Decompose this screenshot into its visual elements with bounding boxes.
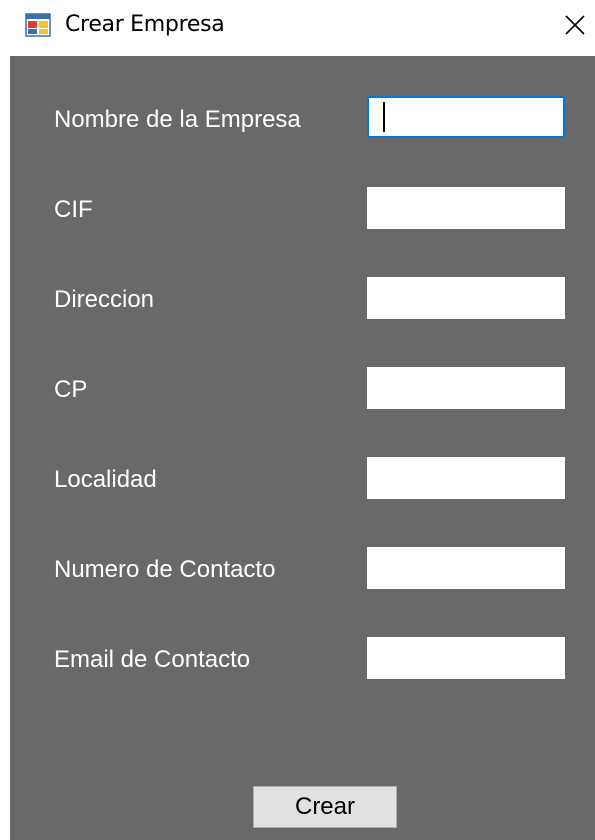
close-button[interactable] xyxy=(555,0,595,50)
label-cp: CP xyxy=(54,376,88,403)
window-title: Crear Empresa xyxy=(65,12,225,37)
text-caret xyxy=(383,102,385,132)
close-icon xyxy=(565,15,585,35)
form-app-icon xyxy=(25,13,51,37)
cif-input[interactable] xyxy=(367,187,565,229)
cp-input[interactable] xyxy=(367,367,565,409)
nombre-empresa-input[interactable] xyxy=(367,96,565,138)
label-email-contacto: Email de Contacto xyxy=(54,646,251,673)
label-nombre-empresa: Nombre de la Empresa xyxy=(54,106,301,133)
title-bar[interactable]: Crear Empresa xyxy=(0,0,595,56)
crear-empresa-window: Crear Empresa Nombre de la Empresa CIF D… xyxy=(0,0,595,840)
email-contacto-input[interactable] xyxy=(367,637,565,679)
label-localidad: Localidad xyxy=(54,466,157,493)
label-numero-contacto: Numero de Contacto xyxy=(54,556,276,583)
label-direccion: Direccion xyxy=(54,286,155,313)
label-cif: CIF xyxy=(54,196,93,223)
numero-contacto-input[interactable] xyxy=(367,547,565,589)
crear-button[interactable]: Crear xyxy=(253,786,397,828)
form-panel: Nombre de la Empresa CIF Direccion CP Lo… xyxy=(10,56,595,840)
direccion-input[interactable] xyxy=(367,277,565,319)
localidad-input[interactable] xyxy=(367,457,565,499)
